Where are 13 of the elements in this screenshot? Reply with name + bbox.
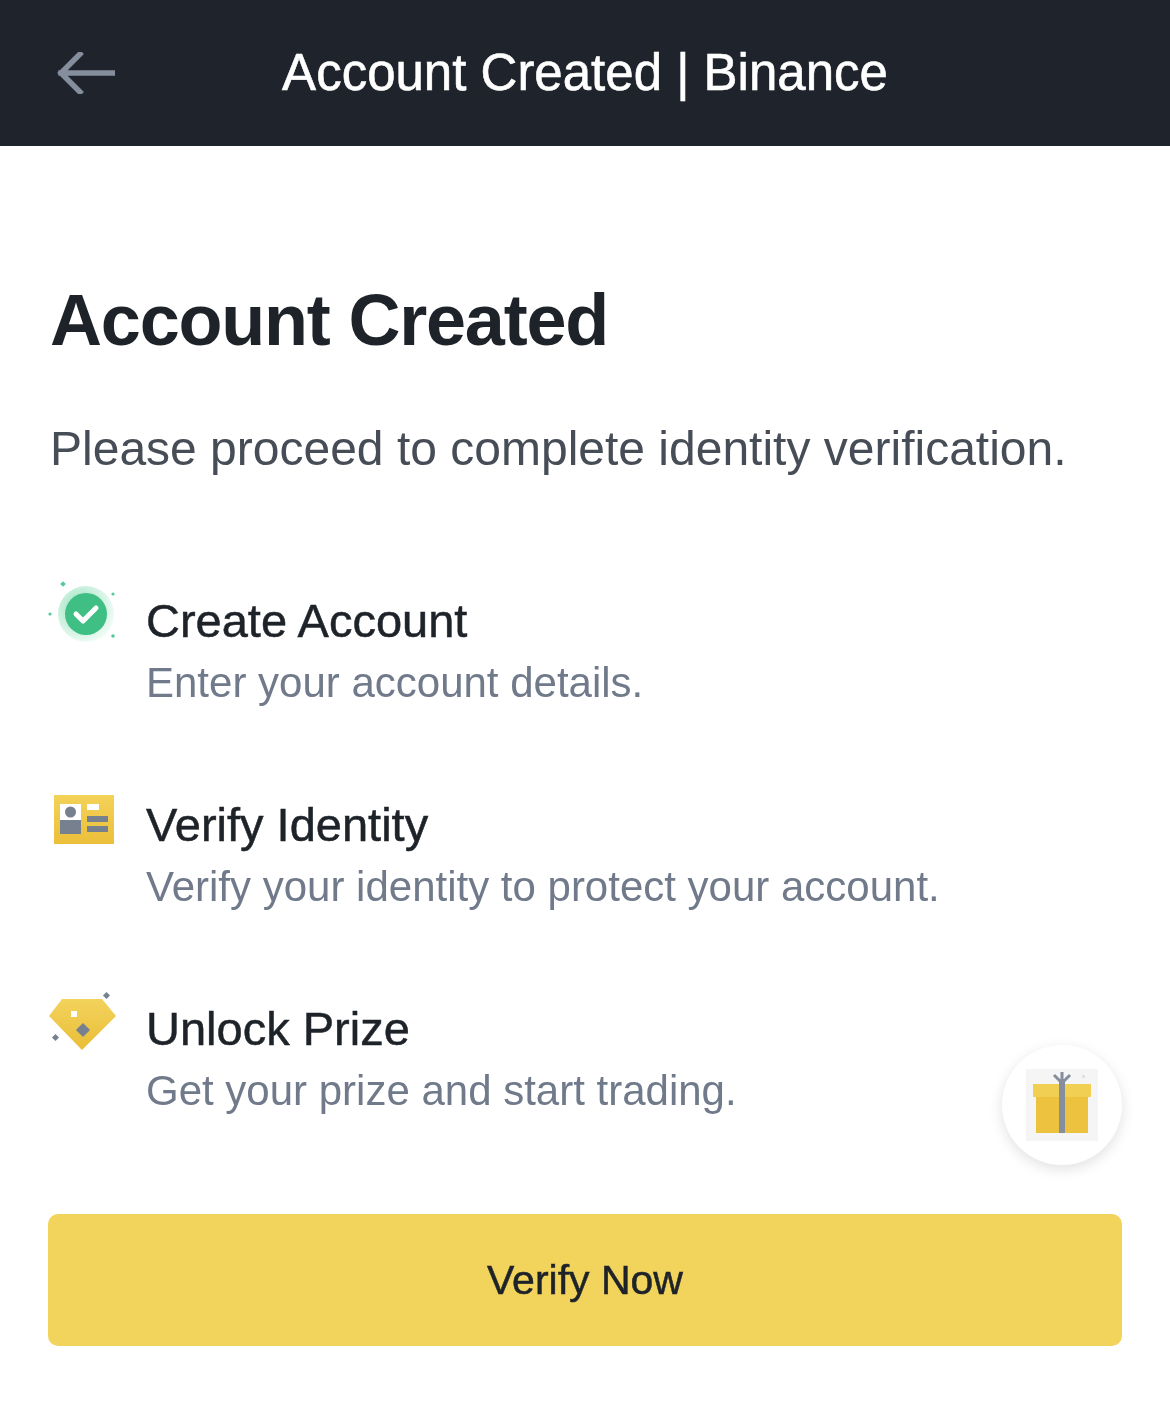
page-title: Account Created | Binance — [282, 43, 888, 103]
step-description: Enter your account details. — [146, 658, 644, 708]
back-button[interactable] — [57, 52, 115, 94]
step-title: Create Account — [146, 593, 468, 649]
verify-now-button[interactable]: Verify Now — [48, 1214, 1122, 1346]
step-description: Verify your identity to protect your account. — [146, 862, 940, 912]
step-title: Verify Identity — [146, 797, 429, 853]
step-title: Unlock Prize — [146, 1001, 410, 1057]
back-arrow-icon — [57, 52, 115, 94]
step-description: Get your prize and start trading. — [146, 1066, 737, 1116]
gift-icon — [1026, 1069, 1098, 1141]
heading: Account Created — [50, 280, 609, 360]
subtitle: Please proceed to complete identity verification. — [50, 421, 1067, 477]
